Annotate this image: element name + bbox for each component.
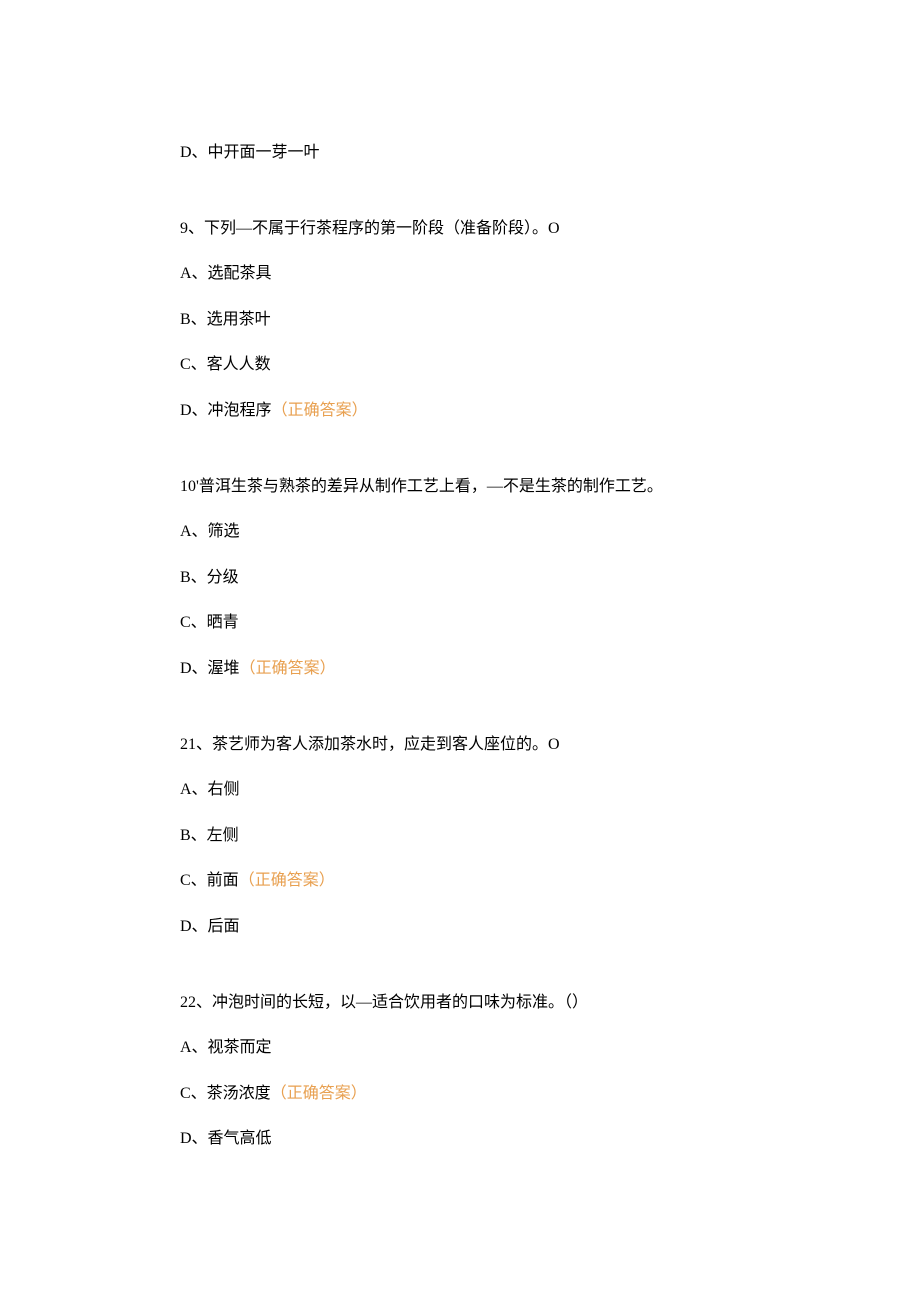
line-text: 9、下列―不属于行茶程序的第一阶段（准备阶段）。O xyxy=(180,220,560,237)
line-text: A、视茶而定 xyxy=(180,1039,272,1056)
correct-answer-label: （正确答案） xyxy=(239,872,335,889)
line-text: C、茶汤浓度 xyxy=(180,1085,271,1102)
line-text: C、客人人数 xyxy=(180,356,271,373)
text-line: D、后面 xyxy=(180,914,740,940)
correct-answer-label: （正确答案） xyxy=(271,1085,367,1102)
text-line: A、视茶而定 xyxy=(180,1035,740,1061)
line-text: 22、冲泡时间的长短，以―适合饮用者的口味为标准。（） xyxy=(180,994,588,1011)
line-text: C、晒青 xyxy=(180,614,239,631)
text-line: C、茶汤浓度（正确答案） xyxy=(180,1081,740,1107)
line-text: D、后面 xyxy=(180,918,240,935)
line-text: 10'普洱生茶与熟茶的差异从制作工艺上看，―不是生茶的制作工艺。 xyxy=(180,478,663,495)
line-text: B、左侧 xyxy=(180,827,239,844)
text-line: C、晒青 xyxy=(180,610,740,636)
text-line: D、中开面一芽一叶 xyxy=(180,140,740,166)
correct-answer-label: （正确答案） xyxy=(272,402,368,419)
text-line: C、前面（正确答案） xyxy=(180,868,740,894)
text-line: B、左侧 xyxy=(180,823,740,849)
text-line: 22、冲泡时间的长短，以―适合饮用者的口味为标准。（） xyxy=(180,990,740,1016)
text-line: D、冲泡程序（正确答案） xyxy=(180,398,740,424)
text-line: D、香气高低 xyxy=(180,1126,740,1152)
line-text: 21、茶艺师为客人添加茶水时，应走到客人座位的。O xyxy=(180,736,560,753)
text-line: 21、茶艺师为客人添加茶水时，应走到客人座位的。O xyxy=(180,732,740,758)
text-line: D、渥堆（正确答案） xyxy=(180,656,740,682)
line-text: B、分级 xyxy=(180,569,239,586)
line-text: D、香气高低 xyxy=(180,1130,272,1147)
line-text: B、选用茶叶 xyxy=(180,311,271,328)
document-content: D、中开面一芽一叶 9、下列―不属于行茶程序的第一阶段（准备阶段）。O A、选配茶具… xyxy=(180,140,740,1152)
text-line: 10'普洱生茶与熟茶的差异从制作工艺上看，―不是生茶的制作工艺。 xyxy=(180,474,740,500)
text-line: 9、下列―不属于行茶程序的第一阶段（准备阶段）。O xyxy=(180,216,740,242)
line-text: D、渥堆 xyxy=(180,660,240,677)
line-text: C、前面 xyxy=(180,872,239,889)
text-line: A、选配茶具 xyxy=(180,261,740,287)
text-line: B、选用茶叶 xyxy=(180,307,740,333)
text-line: B、分级 xyxy=(180,565,740,591)
text-line: C、客人人数 xyxy=(180,352,740,378)
line-text: A、右侧 xyxy=(180,781,240,798)
text-line: A、右侧 xyxy=(180,777,740,803)
text-line: A、筛选 xyxy=(180,519,740,545)
line-text: D、冲泡程序 xyxy=(180,402,272,419)
line-text: D、中开面一芽一叶 xyxy=(180,144,320,161)
line-text: A、选配茶具 xyxy=(180,265,272,282)
correct-answer-label: （正确答案） xyxy=(240,660,336,677)
line-text: A、筛选 xyxy=(180,523,240,540)
